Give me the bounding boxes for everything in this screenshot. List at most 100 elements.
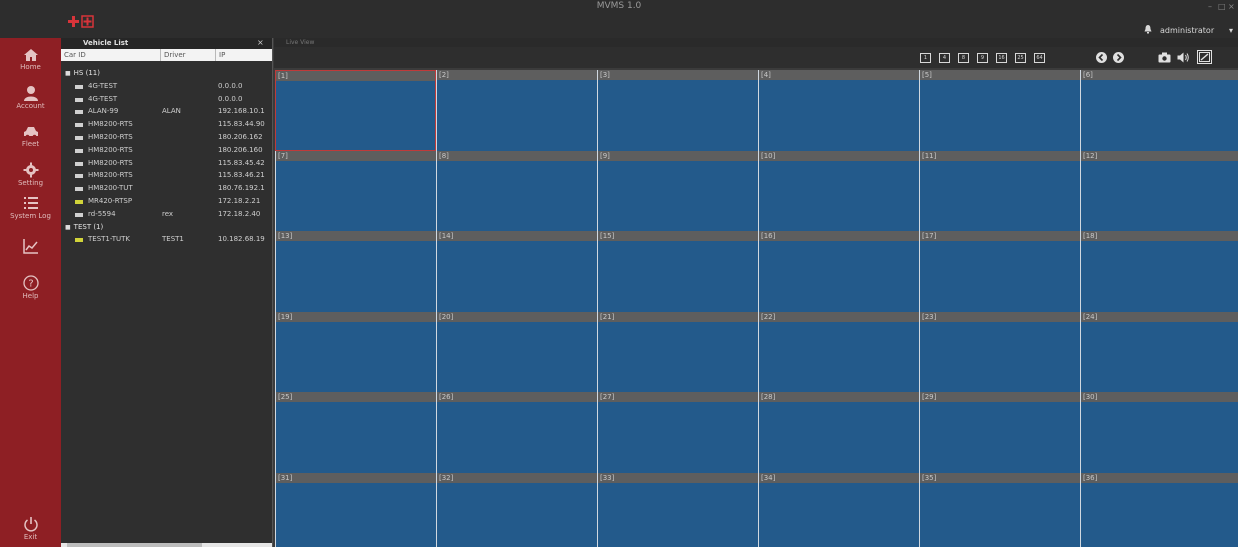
camera-icon[interactable] bbox=[1158, 52, 1171, 63]
channel-label: [10] bbox=[759, 150, 919, 161]
video-cell[interactable]: [23] bbox=[919, 311, 1080, 392]
maximize-button[interactable]: □ bbox=[1218, 2, 1226, 11]
sidebar-item-help[interactable]: ? Help bbox=[0, 275, 61, 300]
video-cell[interactable]: [16] bbox=[758, 231, 919, 312]
video-cell[interactable]: [15] bbox=[597, 231, 758, 312]
video-cell[interactable]: [27] bbox=[597, 392, 758, 473]
sidebar-item-setting[interactable]: Setting bbox=[0, 162, 61, 187]
video-cell[interactable]: [3] bbox=[597, 70, 758, 151]
video-cell[interactable]: [14] bbox=[436, 231, 597, 312]
sidebar-item-label: Home bbox=[20, 63, 41, 71]
video-cell[interactable]: [35] bbox=[919, 472, 1080, 547]
video-cell[interactable]: [30] bbox=[1080, 392, 1238, 473]
close-button[interactable]: × bbox=[1228, 2, 1235, 11]
video-cell[interactable]: [11] bbox=[919, 150, 1080, 231]
video-cell[interactable]: [6] bbox=[1080, 70, 1238, 151]
column-header-ip[interactable]: IP bbox=[219, 51, 225, 59]
video-cell[interactable]: [9] bbox=[597, 150, 758, 231]
bell-icon[interactable] bbox=[1143, 24, 1153, 34]
sidebar-item-fleet[interactable]: Fleet bbox=[0, 125, 61, 148]
signal-icon bbox=[75, 187, 83, 192]
layout-4-button[interactable]: 4 bbox=[939, 53, 950, 63]
video-cell[interactable]: [24] bbox=[1080, 311, 1238, 392]
tree-group[interactable]: HS (11) bbox=[61, 67, 273, 80]
channel-label: [32] bbox=[437, 472, 597, 483]
fullscreen-icon[interactable] bbox=[1197, 50, 1212, 64]
chevron-down-icon[interactable]: ▾ bbox=[1229, 26, 1233, 35]
layout-25-button[interactable]: 25 bbox=[1015, 53, 1026, 63]
live-view-panel: Live View 1 4 8 9 16 25 64 [1] [2] [3] [… bbox=[274, 38, 1238, 547]
signal-icon bbox=[75, 135, 83, 140]
video-cell[interactable]: [1] bbox=[275, 70, 436, 151]
vehicle-row[interactable]: HM8200-RTS 115.83.46.21 bbox=[61, 169, 273, 182]
video-cell[interactable]: [36] bbox=[1080, 472, 1238, 547]
layout-8-button[interactable]: 8 bbox=[958, 53, 969, 63]
user-menu[interactable]: administrator bbox=[1160, 26, 1214, 35]
layout-64-button[interactable]: 64 bbox=[1034, 53, 1045, 63]
video-cell[interactable]: [28] bbox=[758, 392, 919, 473]
video-cell[interactable]: [12] bbox=[1080, 150, 1238, 231]
video-cell[interactable]: [8] bbox=[436, 150, 597, 231]
sidebar-item-exit[interactable]: Exit bbox=[0, 516, 61, 541]
minimize-button[interactable]: – bbox=[1208, 2, 1212, 11]
video-cell[interactable]: [2] bbox=[436, 70, 597, 151]
sidebar-item-home[interactable]: Home bbox=[0, 48, 61, 71]
vehicle-row[interactable]: HM8200-RTS 115.83.45.42 bbox=[61, 157, 273, 170]
next-icon[interactable] bbox=[1113, 52, 1124, 63]
app-title: MVMS 1.0 bbox=[596, 1, 642, 11]
speaker-icon[interactable] bbox=[1177, 52, 1190, 63]
horizontal-scrollbar[interactable] bbox=[61, 543, 272, 547]
video-cell[interactable]: [32] bbox=[436, 472, 597, 547]
layout-1-button[interactable]: 1 bbox=[920, 53, 931, 63]
video-cell[interactable]: [34] bbox=[758, 472, 919, 547]
vehicle-tree: HS (11) 4G-TEST 0.0.0.0 4G-TEST 0.0.0.0 ALAN-… bbox=[61, 67, 273, 246]
live-view-tabbar: Live View bbox=[274, 38, 1238, 47]
video-cell[interactable]: [20] bbox=[436, 311, 597, 392]
channel-label: [26] bbox=[437, 392, 597, 402]
layout-16-button[interactable]: 16 bbox=[996, 53, 1007, 63]
video-cell[interactable]: [18] bbox=[1080, 231, 1238, 312]
tree-group[interactable]: TEST (1) bbox=[61, 221, 273, 234]
channel-label: [9] bbox=[598, 150, 758, 161]
vehicle-row[interactable]: HM8200-TUT 180.76.192.1 bbox=[61, 182, 273, 195]
column-header-driver[interactable]: Driver bbox=[164, 51, 186, 59]
sidebar-item-report[interactable] bbox=[0, 238, 61, 255]
vehicle-row[interactable]: MR420-RTSP 172.18.2.21 bbox=[61, 195, 273, 208]
channel-label: [5] bbox=[920, 70, 1080, 80]
video-cell[interactable]: [10] bbox=[758, 150, 919, 231]
vehicle-row[interactable]: TEST1-TUTK TEST1 10.182.68.19 bbox=[61, 233, 273, 246]
video-cell[interactable]: [5] bbox=[919, 70, 1080, 151]
layout-9-button[interactable]: 9 bbox=[977, 53, 988, 63]
vehicle-row[interactable]: ALAN-99 ALAN 192.168.10.1 bbox=[61, 105, 273, 118]
channel-label: [7] bbox=[276, 150, 436, 161]
vehicle-row[interactable]: HM8200-RTS 180.206.162 bbox=[61, 131, 273, 144]
vehicle-row[interactable]: rd-5594 rex 172.18.2.40 bbox=[61, 208, 273, 221]
video-cell[interactable]: [33] bbox=[597, 472, 758, 547]
video-cell[interactable]: [26] bbox=[436, 392, 597, 473]
vehicle-driver: ALAN bbox=[162, 107, 181, 116]
vehicle-ip: 180.206.162 bbox=[218, 132, 263, 141]
vehicle-row[interactable]: 4G-TEST 0.0.0.0 bbox=[61, 93, 273, 106]
channel-label: [19] bbox=[276, 311, 436, 322]
video-cell[interactable]: [13] bbox=[275, 231, 436, 312]
video-cell[interactable]: [17] bbox=[919, 231, 1080, 312]
vehicle-row[interactable]: HM8200-RTS 180.206.160 bbox=[61, 144, 273, 157]
video-cell[interactable]: [25] bbox=[275, 392, 436, 473]
video-cell[interactable]: [31] bbox=[275, 472, 436, 547]
video-cell[interactable]: [7] bbox=[275, 150, 436, 231]
scrollbar-thumb[interactable] bbox=[67, 543, 202, 547]
sidebar-item-system-log[interactable]: System Log bbox=[0, 195, 61, 220]
video-cell[interactable]: [19] bbox=[275, 311, 436, 392]
column-header-car-id[interactable]: Car ID bbox=[64, 51, 86, 59]
signal-icon bbox=[75, 110, 83, 115]
tab-live-view[interactable]: Live View bbox=[286, 39, 314, 46]
video-cell[interactable]: [29] bbox=[919, 392, 1080, 473]
vehicle-row[interactable]: HM8200-RTS 115.83.44.90 bbox=[61, 118, 273, 131]
video-cell[interactable]: [21] bbox=[597, 311, 758, 392]
video-cell[interactable]: [4] bbox=[758, 70, 919, 151]
channel-label: [13] bbox=[276, 231, 436, 241]
vehicle-row[interactable]: 4G-TEST 0.0.0.0 bbox=[61, 80, 273, 93]
sidebar-item-account[interactable]: Account bbox=[0, 85, 61, 110]
prev-icon[interactable] bbox=[1096, 52, 1107, 63]
video-cell[interactable]: [22] bbox=[758, 311, 919, 392]
